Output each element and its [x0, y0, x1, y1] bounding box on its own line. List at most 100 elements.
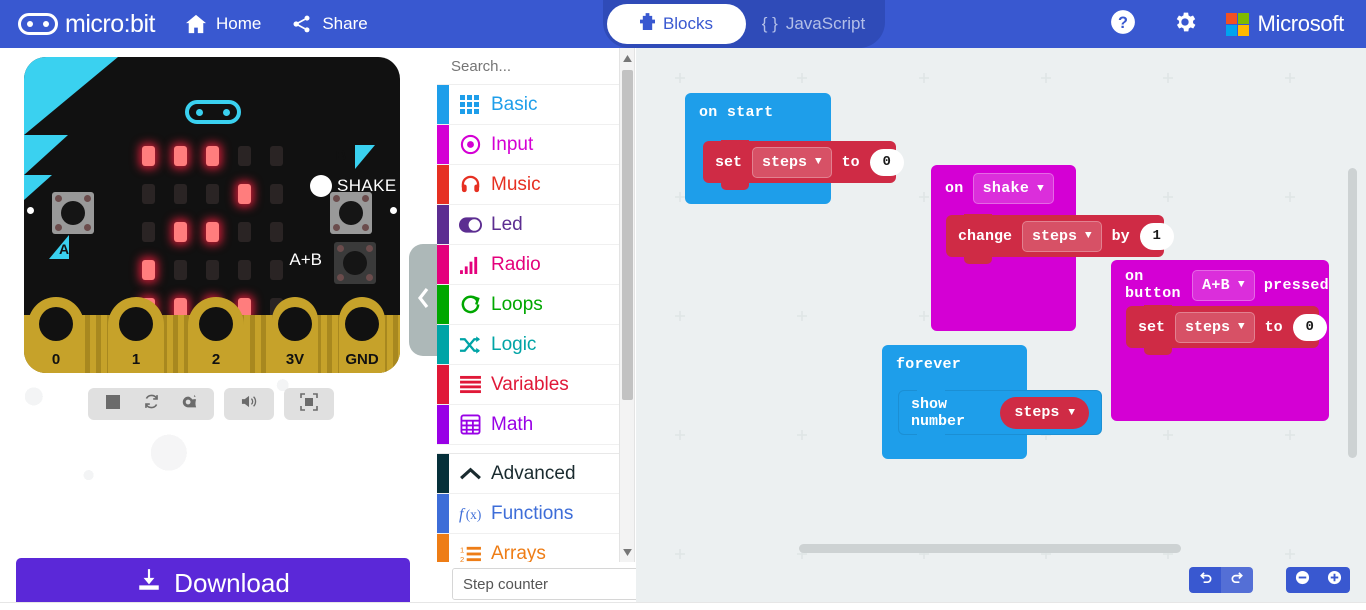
- number-input-0[interactable]: 0: [1292, 313, 1327, 341]
- variable-dropdown-steps[interactable]: steps ▼: [752, 146, 832, 178]
- chevron-down-icon: ▼: [815, 156, 822, 168]
- nav-home[interactable]: Home: [185, 14, 261, 34]
- category-color-stripe: [437, 165, 449, 204]
- tab-javascript[interactable]: { } JavaScript: [746, 4, 881, 44]
- variable-dropdown-steps[interactable]: steps ▼: [1022, 220, 1102, 252]
- nav-home-label: Home: [215, 14, 262, 33]
- device-button-b[interactable]: [330, 192, 372, 234]
- toolbox-category-input[interactable]: Input: [437, 125, 634, 165]
- shake-button[interactable]: [310, 175, 332, 197]
- pin-pad-1[interactable]: 1: [108, 297, 164, 373]
- toolbox-category-loops[interactable]: Loops: [437, 285, 634, 325]
- speaker-icon: [240, 393, 259, 415]
- button-name: A+B: [1202, 276, 1230, 294]
- workspace-hscroll-thumb[interactable]: [799, 544, 1181, 553]
- undo-button[interactable]: [1189, 567, 1221, 593]
- download-button[interactable]: Download: [16, 558, 410, 608]
- brand[interactable]: micro:bit: [18, 10, 155, 39]
- collapse-simulator-handle[interactable]: [409, 244, 437, 356]
- edge-connector: 0 1 2 3V GND: [24, 297, 400, 373]
- block-change-steps-by-1[interactable]: change steps ▼ by 1: [946, 214, 1174, 264]
- header-right-actions: ? Microsoft: [1092, 0, 1366, 48]
- block-notch: [964, 214, 992, 221]
- variable-reporter-steps[interactable]: steps ▼: [1000, 396, 1089, 429]
- settings-button[interactable]: [1154, 0, 1216, 48]
- variable-dropdown-steps[interactable]: steps ▼: [1175, 311, 1255, 343]
- device-button-b-label: B: [336, 147, 347, 163]
- stop-button[interactable]: [94, 388, 132, 420]
- toolbox-category-logic[interactable]: Logic: [437, 325, 634, 365]
- workspace-horizontal-scrollbar[interactable]: [636, 538, 1366, 558]
- category-label: Arrays: [491, 542, 546, 563]
- blocks-toolbox: Basic Input Music Led Radio Loops Logic Variabl…: [437, 48, 667, 562]
- toolbox-scroll-thumb[interactable]: [622, 70, 633, 400]
- toolbox-category-led[interactable]: Led: [437, 205, 634, 245]
- simulator-controls: [0, 388, 422, 420]
- led-3-0: [141, 260, 155, 280]
- led-1-1: [173, 184, 187, 204]
- pin-pad-0[interactable]: 0: [28, 297, 84, 373]
- simulator-panel: SHAKE A+B A B 0 1 2 3V GND Download: [0, 48, 422, 610]
- device-corner-decor-1: [24, 57, 118, 135]
- toolbox-search-row[interactable]: [437, 48, 667, 85]
- block-notch: [721, 140, 749, 147]
- led-1-2: [205, 184, 219, 204]
- on-button-label: on button: [1125, 268, 1181, 302]
- pin-pad-gnd[interactable]: GND: [339, 297, 385, 373]
- workspace-vscroll-thumb[interactable]: [1348, 168, 1357, 458]
- nav-share[interactable]: Share: [291, 14, 368, 34]
- function-icon: f (x): [449, 503, 491, 524]
- toolbox-category-arrays[interactable]: 1 2 Arrays: [437, 534, 634, 562]
- block-show-number[interactable]: show number steps ▼: [898, 390, 1102, 441]
- microbit-logo-icon: [18, 13, 58, 35]
- event-dropdown-shake[interactable]: shake ▼: [972, 173, 1055, 204]
- refresh-icon: [143, 393, 160, 415]
- category-label: Loops: [491, 293, 543, 315]
- stop-square-icon: [106, 394, 120, 414]
- editor-tabs: Blocks { } JavaScript: [603, 0, 885, 48]
- device-button-ab[interactable]: [334, 242, 376, 284]
- toolbox-category-music[interactable]: Music: [437, 165, 634, 205]
- led-2-0: [141, 222, 155, 242]
- zoom-in-button[interactable]: [1318, 567, 1350, 593]
- device-button-a[interactable]: [52, 192, 94, 234]
- project-name-input[interactable]: [453, 569, 645, 599]
- tab-blocks[interactable]: Blocks: [607, 4, 746, 44]
- svg-text:?: ?: [1118, 13, 1128, 31]
- block-set-steps-0[interactable]: set steps ▼ to 0: [703, 140, 904, 190]
- scroll-down-arrow-icon[interactable]: [620, 544, 635, 560]
- led-2-4: [269, 222, 283, 242]
- toolbox-category-radio[interactable]: Radio: [437, 245, 634, 285]
- toolbox-category-advanced[interactable]: Advanced: [437, 454, 634, 494]
- toolbox-category-functions[interactable]: f (x) Functions: [437, 494, 634, 534]
- on-label: on: [945, 180, 964, 197]
- toolbox-category-variables[interactable]: Variables: [437, 365, 634, 405]
- restart-button[interactable]: [132, 388, 170, 420]
- zoom-out-button[interactable]: [1286, 567, 1318, 593]
- chevron-down-icon: ▼: [1237, 279, 1245, 291]
- led-0-2: [205, 146, 219, 166]
- microsoft-logo[interactable]: Microsoft: [1226, 11, 1344, 37]
- svg-text:2: 2: [460, 555, 464, 562]
- pin-pad-3v[interactable]: 3V: [272, 297, 318, 373]
- microsoft-squares-icon: [1226, 12, 1250, 36]
- scroll-up-arrow-icon[interactable]: [620, 50, 635, 66]
- number-input-0[interactable]: 0: [869, 148, 904, 176]
- toolbox-category-math[interactable]: Math: [437, 405, 634, 445]
- help-button[interactable]: ?: [1092, 0, 1154, 48]
- slow-motion-button[interactable]: [170, 388, 208, 420]
- block-set-steps-0-b[interactable]: set steps ▼ to 0: [1126, 305, 1327, 355]
- toolbox-category-basic[interactable]: Basic: [437, 85, 634, 125]
- category-color-stripe: [437, 405, 449, 444]
- button-dropdown-ab[interactable]: A+B ▼: [1192, 269, 1255, 301]
- redo-button[interactable]: [1221, 567, 1253, 593]
- blocks-workspace[interactable]: on start set steps ▼ to 0 on shake ▼ cha…: [636, 48, 1366, 610]
- mute-button[interactable]: [230, 388, 268, 420]
- to-label: to: [841, 153, 860, 171]
- category-label: Music: [491, 173, 541, 195]
- fullscreen-button[interactable]: [290, 388, 328, 420]
- pin-pad-2[interactable]: 2: [188, 297, 244, 373]
- toolbox-scrollbar[interactable]: [619, 48, 634, 562]
- number-input-1[interactable]: 1: [1139, 222, 1174, 250]
- pin-label: 1: [131, 351, 141, 368]
